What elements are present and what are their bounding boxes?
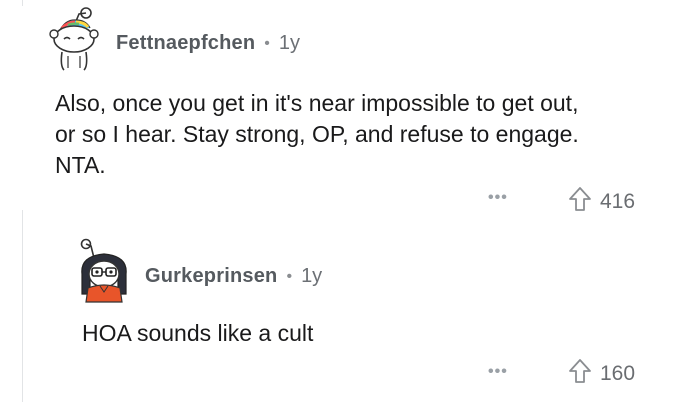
comment-body: Also, once you get in it's near impossib…	[55, 88, 579, 181]
meta-separator: •	[264, 34, 270, 52]
avatar[interactable]	[46, 6, 102, 71]
more-options-button[interactable]: •••	[488, 189, 508, 207]
comment-body-line: NTA.	[55, 152, 106, 178]
avatar[interactable]	[76, 238, 132, 304]
comment-author[interactable]: Fettnaepfchen	[116, 32, 255, 55]
comment-author[interactable]: Gurkeprinsen	[145, 265, 277, 288]
meta-separator: •	[286, 267, 293, 285]
more-options-icon: •••	[488, 189, 508, 206]
vote-score: 416	[600, 189, 636, 213]
vote-score: 160	[600, 361, 636, 385]
comment-1: Fettnaepfchen • 1y Also, once you get in…	[0, 0, 700, 215]
more-options-icon: •••	[488, 363, 508, 380]
upvote-arrow-icon	[568, 186, 592, 217]
upvote-button[interactable]: 160	[568, 358, 635, 389]
upvote-arrow-icon	[568, 358, 592, 389]
upvote-button[interactable]: 416	[568, 186, 635, 217]
comment-body: HOA sounds like a cult	[82, 318, 313, 349]
more-options-button[interactable]: •••	[488, 363, 508, 381]
comment-age[interactable]: 1y	[279, 32, 300, 55]
comment-body-line: Also, once you get in it's near impossib…	[55, 90, 579, 116]
comment-2: Gurkeprinsen • 1y HOA sounds like a cult…	[0, 215, 700, 402]
comment-body-line: or so I hear. Stay strong, OP, and refus…	[55, 121, 579, 147]
comment-age[interactable]: 1y	[301, 265, 322, 288]
comment-body-line: HOA sounds like a cult	[82, 320, 314, 346]
